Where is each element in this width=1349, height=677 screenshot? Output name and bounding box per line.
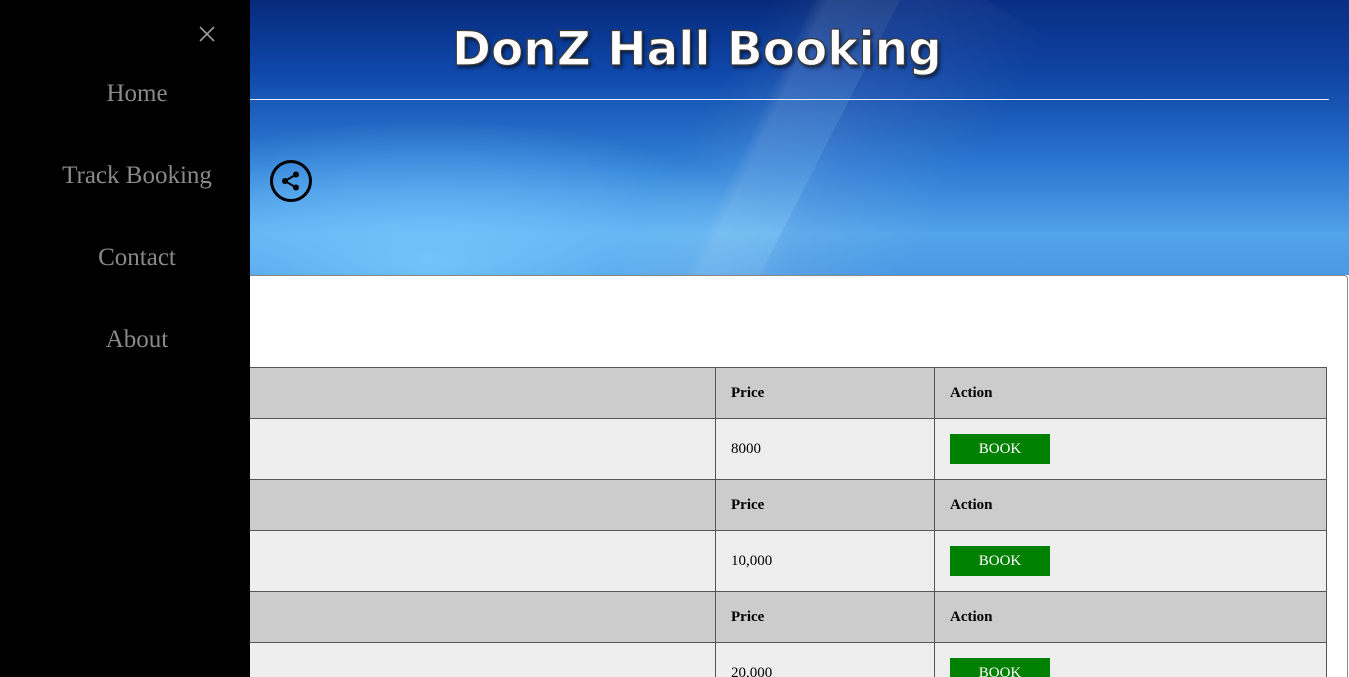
table-header-row: Price Action — [241, 367, 1327, 419]
table-row: 10,000 BOOK — [241, 530, 1327, 592]
side-navigation: Home Track Booking Contact About — [0, 0, 250, 677]
nav-item-about[interactable]: About — [0, 326, 274, 354]
share-icon — [282, 171, 299, 191]
nav-item-contact[interactable]: Contact — [0, 244, 274, 272]
close-icon — [199, 26, 215, 42]
site-title: DonZ Hall Booking — [451, 21, 942, 77]
book-button[interactable]: BOOK — [950, 434, 1050, 464]
table-row: 8000 BOOK — [241, 418, 1327, 480]
action-header: Action — [934, 591, 1327, 643]
hall-name-header — [241, 591, 716, 643]
share-button[interactable] — [270, 160, 312, 202]
content-card: Price Action 8000 BOOK Price Action 10,0… — [240, 275, 1348, 677]
price-cell: 20,000 — [715, 642, 935, 677]
action-cell: BOOK — [934, 642, 1327, 677]
hall-name-cell — [241, 642, 716, 677]
table-row: 20,000 BOOK — [241, 642, 1327, 677]
action-cell: BOOK — [934, 418, 1327, 480]
action-header: Action — [934, 367, 1327, 419]
action-cell: BOOK — [934, 530, 1327, 592]
price-cell: 8000 — [715, 418, 935, 480]
nav-item-home[interactable]: Home — [0, 80, 274, 108]
price-header: Price — [715, 591, 935, 643]
book-button[interactable]: BOOK — [950, 658, 1050, 677]
table-header-row: Price Action — [241, 479, 1327, 531]
book-button[interactable]: BOOK — [950, 546, 1050, 576]
nav-item-track-booking[interactable]: Track Booking — [0, 162, 274, 190]
hall-name-cell — [241, 418, 716, 480]
page: DonZ Hall Booking Price Action 8000 BOOK… — [0, 0, 1349, 677]
hall-name-header — [241, 479, 716, 531]
hall-name-cell — [241, 530, 716, 592]
halls-table: Price Action 8000 BOOK Price Action 10,0… — [241, 367, 1327, 677]
price-header: Price — [715, 367, 935, 419]
price-header: Price — [715, 479, 935, 531]
action-header: Action — [934, 479, 1327, 531]
header-divider — [250, 99, 1329, 100]
close-menu-button[interactable] — [197, 24, 217, 44]
price-cell: 10,000 — [715, 530, 935, 592]
table-header-row: Price Action — [241, 591, 1327, 643]
hall-name-header — [241, 367, 716, 419]
